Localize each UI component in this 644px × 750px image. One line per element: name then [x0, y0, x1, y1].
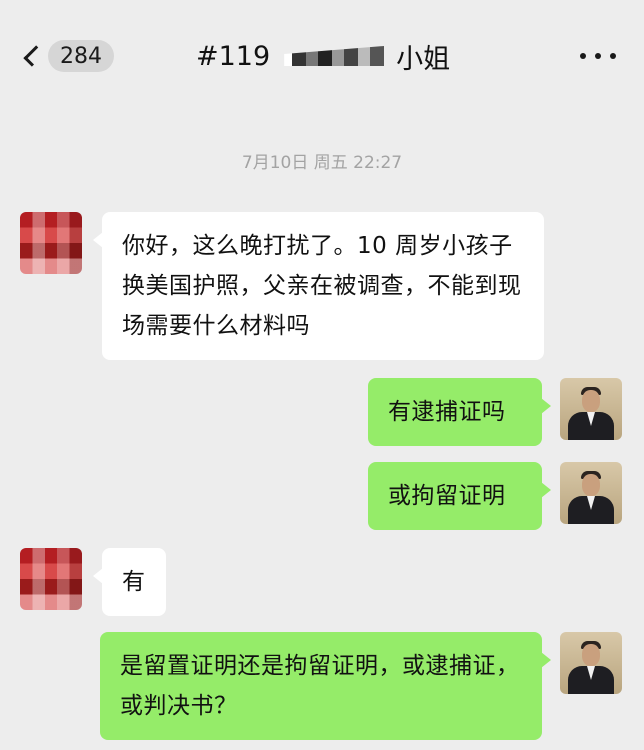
- message-text: 或拘留证明: [388, 483, 506, 509]
- incoming-message-bubble[interactable]: 你好，这么晚打扰了。10 周岁小孩子换美国护照，父亲在被调查，不能到现场需要什么…: [93, 212, 544, 360]
- unread-count-badge: 284: [48, 40, 114, 72]
- contact-avatar[interactable]: [20, 212, 82, 274]
- message-text: 是留置证明还是拘留证明，或逮捕证，或判决书？: [120, 653, 520, 719]
- outgoing-message-bubble[interactable]: 有逮捕证吗: [368, 378, 551, 446]
- message-timestamp: 7月10日 周五 22:27: [241, 153, 403, 173]
- my-avatar[interactable]: [560, 632, 622, 694]
- outgoing-message-bubble[interactable]: 或拘留证明: [368, 462, 551, 530]
- outgoing-message-bubble[interactable]: 是留置证明还是拘留证明，或逮捕证，或判决书？: [100, 632, 551, 740]
- message-text: 有逮捕证吗: [388, 399, 506, 425]
- more-options-button[interactable]: [580, 46, 616, 66]
- back-button[interactable]: 284: [18, 38, 114, 74]
- more-dots-icon: [580, 53, 586, 59]
- chat-title-suffix: 小姐: [396, 43, 451, 75]
- chat-title: #119 小姐: [196, 38, 451, 75]
- redacted-name-mosaic: [284, 46, 385, 66]
- chat-header: 284 #119 小姐: [0, 0, 644, 96]
- message-text: 有: [122, 569, 146, 595]
- my-avatar[interactable]: [560, 462, 622, 524]
- chevron-left-icon: [23, 45, 45, 67]
- message-text: 你好，这么晚打扰了。10 周岁小孩子换美国护照，父亲在被调查，不能到现场需要什么…: [122, 233, 522, 339]
- my-avatar[interactable]: [560, 378, 622, 440]
- incoming-message-bubble[interactable]: 有: [93, 548, 166, 616]
- chat-title-prefix: #119: [196, 40, 271, 72]
- contact-avatar[interactable]: [20, 548, 82, 610]
